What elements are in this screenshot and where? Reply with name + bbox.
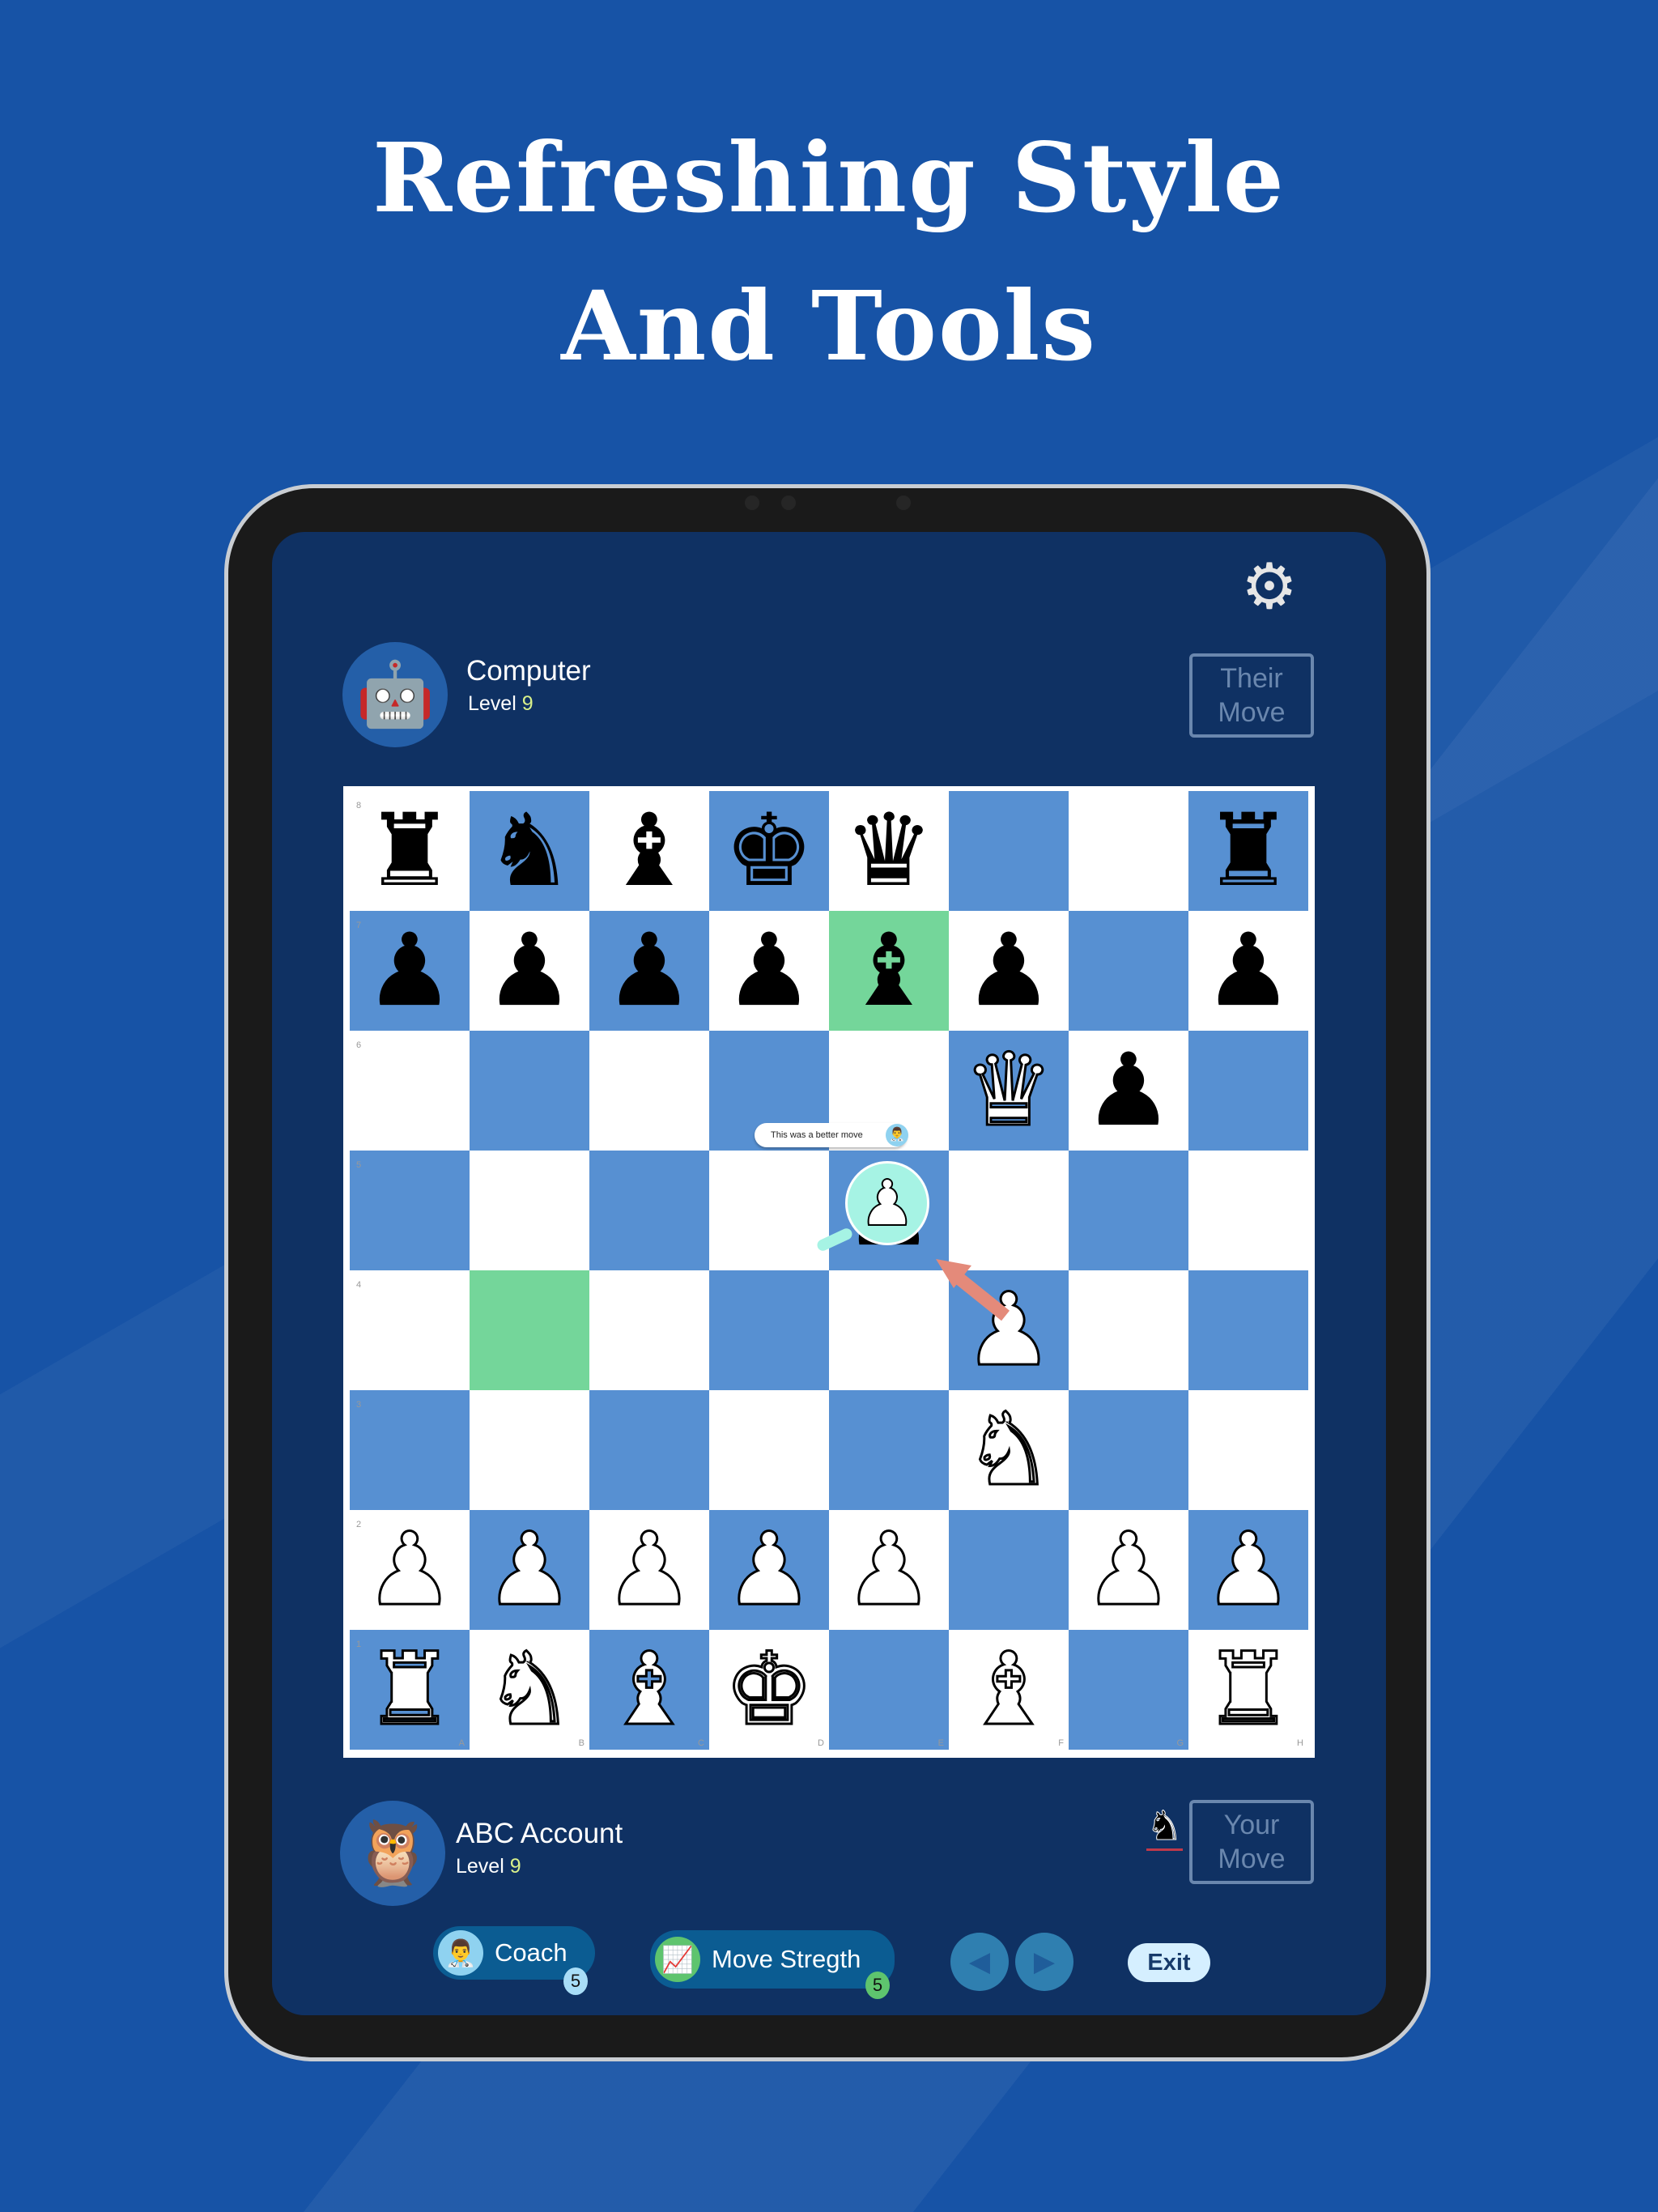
coach-label: Coach bbox=[495, 1938, 568, 1967]
level-label: Level bbox=[456, 1855, 504, 1878]
coach-count-badge: 5 bbox=[563, 1967, 588, 1995]
exit-button[interactable]: Exit bbox=[1128, 1943, 1210, 1982]
triangle-left-icon: ◀ bbox=[968, 1946, 991, 1977]
owl-avatar: 🦉 bbox=[340, 1801, 445, 1906]
camera-dot bbox=[896, 496, 911, 510]
move-arrow bbox=[936, 1259, 1010, 1321]
camera-dot bbox=[745, 496, 759, 510]
camera-dot bbox=[781, 496, 796, 510]
black-knight-icon: ♞ bbox=[1146, 1802, 1183, 1851]
app-screen: ⚙ 🤖 Computer Level 9 Their Move 8 ♜ ♞ ♝ ♚ ♛ ♜ 7… bbox=[272, 532, 1386, 2015]
chart-up-icon: 📈 bbox=[655, 1937, 700, 1982]
player-level: Level 9 bbox=[456, 1855, 521, 1878]
move-strength-count-badge: 5 bbox=[865, 1972, 890, 1999]
previous-move-button[interactable]: ◀ bbox=[950, 1933, 1009, 1991]
your-move-label: Your Move bbox=[1218, 1810, 1286, 1874]
triangle-right-icon: ▶ bbox=[1033, 1946, 1056, 1977]
coach-icon: 👨‍⚕ bbox=[438, 1930, 483, 1976]
headline-line-2: And Tools bbox=[561, 270, 1097, 382]
next-move-button[interactable]: ▶ bbox=[1015, 1933, 1073, 1991]
move-strength-label: Move Stregth bbox=[712, 1945, 861, 1973]
move-strength-button[interactable]: 📈 Move Stregth bbox=[650, 1930, 895, 1989]
player-name: ABC Account bbox=[456, 1818, 623, 1849]
your-move-indicator: Your Move bbox=[1189, 1800, 1314, 1884]
headline-line-1: Refreshing Style bbox=[372, 121, 1286, 234]
level-number: 9 bbox=[509, 1855, 521, 1878]
